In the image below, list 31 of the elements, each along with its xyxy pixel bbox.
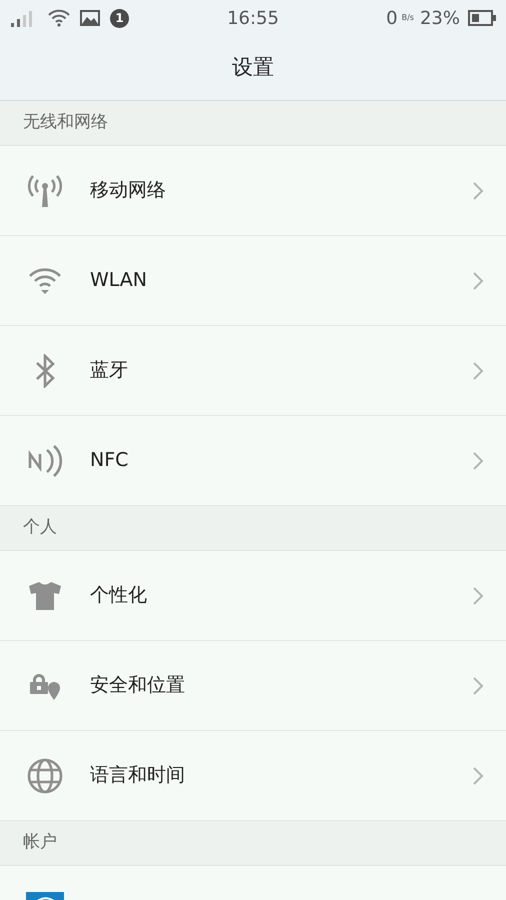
section-header: 帐户 bbox=[0, 821, 506, 866]
wifi-icon bbox=[48, 9, 70, 27]
row-label: WLAN bbox=[90, 268, 148, 294]
chevron-icon bbox=[472, 766, 484, 786]
network-speed: 0 bbox=[386, 6, 398, 30]
section-header: 无线和网络 bbox=[0, 101, 506, 146]
image-icon bbox=[80, 10, 100, 26]
globe-icon bbox=[27, 758, 63, 794]
notification-badge: 1 bbox=[110, 8, 129, 28]
chevron-icon bbox=[472, 450, 484, 470]
section-header: 个人 bbox=[0, 506, 506, 551]
chevron-icon bbox=[472, 270, 484, 290]
speed-unit: B/s bbox=[402, 14, 414, 22]
row-label: 个性化 bbox=[90, 583, 148, 608]
page-title: 设置 bbox=[232, 54, 274, 82]
battery-icon bbox=[468, 10, 496, 26]
status-time: 16:55 bbox=[226, 6, 280, 30]
row-label: 安全和位置 bbox=[90, 673, 186, 698]
battery-level: 23% bbox=[420, 6, 460, 30]
nfc-icon bbox=[27, 444, 63, 478]
row-label: 移动网络 bbox=[90, 178, 167, 204]
antenna-icon bbox=[27, 174, 63, 208]
chevron-icon bbox=[472, 360, 484, 380]
chevron-icon bbox=[472, 676, 484, 696]
shirt-icon bbox=[28, 580, 62, 610]
row-label: 蓝牙 bbox=[90, 358, 129, 384]
row-label: 语言和时间 bbox=[90, 763, 186, 788]
wifi-icon bbox=[28, 266, 62, 294]
chevron-icon bbox=[472, 180, 484, 200]
chevron-icon bbox=[472, 586, 484, 606]
row-label: NFC bbox=[90, 448, 130, 474]
